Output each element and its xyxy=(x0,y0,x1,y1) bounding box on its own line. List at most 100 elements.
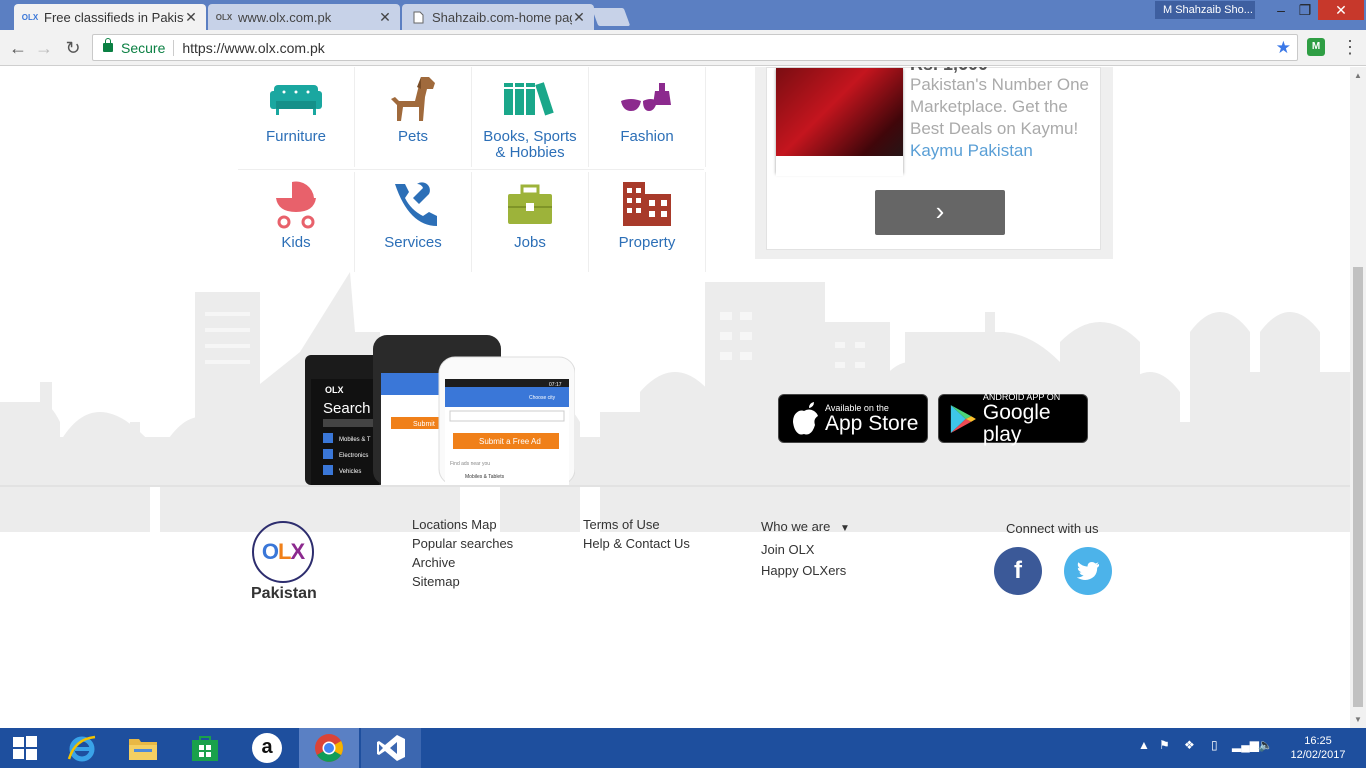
olx-favicon-icon: OLX xyxy=(215,12,233,22)
app-store-button[interactable]: Available on the App Store xyxy=(778,394,928,443)
footer-link-archive[interactable]: Archive xyxy=(412,553,513,572)
minimize-icon[interactable]: ‒ xyxy=(1268,0,1294,20)
windows-start-icon[interactable] xyxy=(0,728,50,768)
footer-divider xyxy=(0,485,1350,487)
phone-vehicles-label: Vehicles xyxy=(339,469,361,475)
stroller-icon xyxy=(276,181,316,229)
tools-icon xyxy=(395,182,437,226)
ad-link[interactable]: Kaymu Pakistan xyxy=(910,141,1033,161)
category-jobs[interactable]: Jobs xyxy=(472,172,589,272)
show-hidden-icons-icon[interactable]: ▲ xyxy=(1138,738,1150,752)
phone-choose-city: Choose city xyxy=(529,395,556,401)
back-arrow-icon[interactable]: ← xyxy=(6,36,30,60)
network-signal-icon[interactable]: ▂▄▆ xyxy=(1232,738,1259,752)
tab-title: www.olx.com.pk xyxy=(238,9,332,25)
reload-icon[interactable]: ↻ xyxy=(61,36,85,60)
url-text[interactable]: https://www.olx.com.pk xyxy=(182,40,1275,56)
visual-studio-icon[interactable] xyxy=(361,728,421,768)
category-label-line: & Hobbies xyxy=(495,144,565,161)
briefcase-icon xyxy=(508,184,552,224)
ad-image-frame xyxy=(776,156,903,176)
ad-card[interactable]: Rs. 1,600 Pakistan's Number One Marketpl… xyxy=(766,67,1101,250)
caret-down-icon: ▼ xyxy=(840,523,850,534)
battery-icon[interactable]: ▯ xyxy=(1211,738,1218,752)
google-play-icon xyxy=(950,404,976,433)
olx-logo[interactable]: OLX xyxy=(252,521,314,583)
phone-submit-short-label: Submit xyxy=(413,421,435,428)
scrollbar-thumb[interactable] xyxy=(1353,267,1363,707)
tab-shahzaib-home[interactable]: Shahzaib.com-home pag ✕ xyxy=(402,4,594,30)
restore-icon[interactable]: ❐ xyxy=(1292,0,1318,20)
category-fashion[interactable]: Fashion xyxy=(589,67,706,167)
extension-icon[interactable]: M xyxy=(1307,38,1325,56)
twitter-icon[interactable] xyxy=(1064,547,1112,595)
scroll-down-icon[interactable]: ▼ xyxy=(1353,715,1363,724)
category-pets[interactable]: Pets xyxy=(355,67,472,167)
country-label: Pakistan xyxy=(251,585,317,602)
phone-mobiles-full: Mobiles & Tablets xyxy=(465,474,505,480)
bookmark-star-icon[interactable]: ★ xyxy=(1276,38,1291,58)
tab-olx-com-pk[interactable]: OLX www.olx.com.pk ✕ xyxy=(208,4,400,30)
ad-text: Pakistan's Number One Marketplace. Get t… xyxy=(910,75,1089,138)
books-icon xyxy=(504,82,554,116)
scroll-up-icon[interactable]: ▲ xyxy=(1353,71,1363,80)
category-furniture[interactable]: Furniture xyxy=(238,67,355,167)
sunglasses-icon xyxy=(621,83,671,111)
who-we-are-dropdown[interactable]: Who we are ▼ xyxy=(761,516,850,539)
action-center-flag-icon[interactable]: ⚑ xyxy=(1159,738,1170,752)
user-profile-button[interactable]: M Shahzaib Sho... xyxy=(1155,1,1255,19)
internet-explorer-icon[interactable] xyxy=(52,728,112,768)
category-label: Books, Sports & Hobbies xyxy=(472,129,588,161)
mobile-apps-illustration: OLX Search Mobiles & T Electronics Vehic… xyxy=(305,335,575,485)
sofa-icon xyxy=(270,85,322,115)
ad-panel: Rs. 1,600 Pakistan's Number One Marketpl… xyxy=(755,67,1113,259)
who-we-are-label: Who we are xyxy=(761,519,831,534)
category-kids[interactable]: Kids xyxy=(238,172,355,272)
amazon-icon[interactable]: a xyxy=(237,728,297,768)
browser-titlebar: OLX Free classifieds in Pakista ✕ OLX ww… xyxy=(0,0,1366,30)
chrome-icon[interactable] xyxy=(299,728,359,768)
footer-link-sitemap[interactable]: Sitemap xyxy=(412,572,513,591)
footer-link-locations-map[interactable]: Locations Map xyxy=(412,515,513,534)
category-books-sports-hobbies[interactable]: Books, Sports & Hobbies xyxy=(472,67,589,167)
footer-link-popular-searches[interactable]: Popular searches xyxy=(412,534,513,553)
dropbox-icon[interactable]: ❖ xyxy=(1184,738,1195,752)
system-clock[interactable]: 16:25 12/02/2017 xyxy=(1285,734,1351,762)
footer-links-col2: Terms of Use Help & Contact Us xyxy=(583,515,690,553)
footer-link-help-contact[interactable]: Help & Contact Us xyxy=(583,534,690,553)
google-play-big-text: Google play xyxy=(982,400,1051,446)
browser-toolbar: ← → ↻ Secure https://www.olx.com.pk ★ M … xyxy=(0,30,1366,66)
close-tab-icon[interactable]: ✕ xyxy=(184,9,198,26)
footer-link-terms[interactable]: Terms of Use xyxy=(583,515,690,534)
category-label: Property xyxy=(618,234,676,251)
next-ad-button[interactable]: › xyxy=(875,190,1005,235)
footer-links-col1: Locations Map Popular searches Archive S… xyxy=(412,515,513,591)
tab-olx-classifieds[interactable]: OLX Free classifieds in Pakista ✕ xyxy=(14,4,206,30)
divider xyxy=(173,39,175,56)
lock-icon xyxy=(103,38,113,52)
category-property[interactable]: Property xyxy=(589,172,706,272)
windows-store-icon[interactable] xyxy=(175,728,235,768)
category-label-line: Books, Sports xyxy=(483,128,577,145)
page-scrollbar[interactable]: ▲ ▼ xyxy=(1350,67,1366,728)
connect-label: Connect with us xyxy=(1006,521,1099,536)
close-tab-icon[interactable]: ✕ xyxy=(378,9,392,26)
phone-search-label: Search xyxy=(323,400,371,417)
category-services[interactable]: Services xyxy=(355,172,472,272)
file-explorer-icon[interactable] xyxy=(113,728,173,768)
volume-icon[interactable]: 🔈 xyxy=(1258,738,1273,752)
olx-favicon-icon: OLX xyxy=(21,12,39,22)
dog-icon xyxy=(391,77,435,121)
close-window-icon[interactable]: ✕ xyxy=(1318,0,1364,20)
address-bar[interactable]: Secure https://www.olx.com.pk ★ xyxy=(92,34,1298,61)
footer-link-happy-olxers[interactable]: Happy OLXers xyxy=(761,560,850,581)
new-tab-button[interactable] xyxy=(591,8,631,26)
category-label: Jobs xyxy=(514,234,546,251)
clock-date: 12/02/2017 xyxy=(1290,749,1346,761)
forward-arrow-icon[interactable]: → xyxy=(32,36,56,60)
google-play-button[interactable]: ANDROID APP ON Google play xyxy=(938,392,1088,446)
menu-dots-icon[interactable]: ⋮ xyxy=(1340,36,1360,60)
footer-link-join-olx[interactable]: Join OLX xyxy=(761,539,850,560)
close-tab-icon[interactable]: ✕ xyxy=(572,9,586,26)
facebook-icon[interactable]: f xyxy=(994,547,1042,595)
